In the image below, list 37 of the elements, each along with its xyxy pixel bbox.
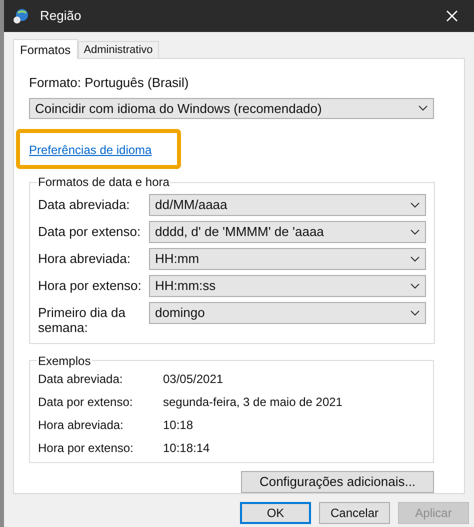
example-value: 10:18 — [163, 417, 194, 434]
example-value: 03/05/2021 — [163, 371, 224, 388]
dropdown[interactable]: HH:mm:ss — [149, 275, 426, 298]
field-label: Primeiro dia da semana: — [38, 304, 126, 336]
example-value: segunda-feira, 3 de maio de 2021 — [163, 394, 342, 412]
group-title: Formatos de data e hora — [37, 174, 170, 192]
chevron-down-icon — [410, 283, 420, 290]
additional-settings-button[interactable]: Configurações adicionais... — [241, 471, 434, 493]
chevron-down-icon — [410, 202, 420, 208]
example-label: Data abreviada: — [38, 371, 124, 388]
dropdown[interactable]: dddd, d' de 'MMMM' de 'aaaa — [149, 221, 426, 244]
format-label: Formato: Português (Brasil) — [29, 74, 190, 92]
close-icon[interactable] — [446, 10, 458, 22]
example-label: Hora abreviada: — [38, 417, 124, 434]
example-value: 10:18:14 — [163, 440, 210, 458]
chevron-down-icon — [410, 229, 420, 236]
dialog-button[interactable]: Cancelar — [319, 502, 390, 524]
dropdown[interactable]: HH:mm — [149, 248, 426, 270]
field-label: Data por extenso: — [38, 223, 142, 240]
dropdown[interactable]: domingo — [149, 302, 426, 324]
dropdown[interactable]: dd/MM/aaaa — [149, 194, 426, 216]
field-label: Data abreviada: — [38, 196, 131, 212]
window-title: Região — [40, 7, 82, 26]
dialog-button[interactable]: OK — [240, 502, 311, 524]
chevron-down-icon — [418, 105, 428, 112]
chevron-down-icon — [410, 310, 420, 316]
chevron-down-icon — [410, 256, 420, 262]
example-label: Data por extenso: — [38, 394, 134, 412]
language-preferences-link[interactable]: Preferências de idioma — [29, 141, 152, 160]
tab[interactable]: Administrativo — [78, 41, 159, 58]
field-label: Hora por extenso: — [38, 277, 142, 294]
tab[interactable]: Formatos — [13, 39, 78, 59]
dropdown[interactable]: Coincidir com idioma do Windows (recomendado) — [29, 98, 434, 120]
group-title: Exemplos — [37, 352, 92, 370]
globe-icon — [12, 7, 30, 25]
example-label: Hora por extenso: — [38, 440, 134, 458]
field-label: Hora abreviada: — [38, 250, 132, 266]
